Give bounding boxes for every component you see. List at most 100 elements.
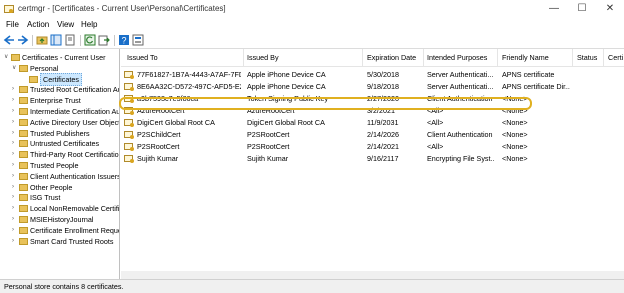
certificate-icon: [124, 119, 134, 127]
column-header-intended-purposes[interactable]: Intended Purposes: [427, 53, 487, 62]
cell-expiration-date: 9/16/2117: [367, 154, 399, 163]
cell-friendly-name: APNS certificate: [502, 70, 555, 79]
close-button[interactable]: ✕: [596, 0, 624, 18]
folder-icon: [19, 97, 28, 105]
column-divider[interactable]: [603, 49, 604, 66]
menu-bar: File Action View Help: [0, 18, 624, 32]
menu-action[interactable]: Action: [27, 20, 49, 29]
tree-expander-icon[interactable]: ›: [12, 203, 18, 214]
cell-issued-to: 77F61827-1B7A-4443-A7AF-7FD...: [137, 70, 241, 79]
certificates-store-icon: [11, 54, 20, 61]
tree-expander-icon[interactable]: ›: [12, 192, 18, 203]
cell-friendly-name: APNS certificate Dir...: [502, 82, 570, 91]
menu-file[interactable]: File: [6, 20, 19, 29]
column-header-certificate-template[interactable]: Certi: [608, 53, 623, 62]
tree-item-label: Active Directory User Object: [30, 117, 120, 127]
column-header-status[interactable]: Status: [577, 53, 597, 62]
folder-icon: [19, 205, 28, 213]
cell-friendly-name: <None>: [502, 118, 528, 127]
column-header-friendly-name[interactable]: Friendly Name: [502, 53, 549, 62]
column-divider[interactable]: [243, 49, 244, 66]
tree-item-label: Client Authentication Issuers: [30, 171, 120, 181]
tree-expander-icon[interactable]: ›: [12, 171, 18, 182]
forward-arrow-icon[interactable]: [17, 34, 29, 46]
menu-help[interactable]: Help: [81, 20, 97, 29]
folder-icon: [19, 237, 28, 245]
cell-issued-to: P2SChildCert: [137, 130, 181, 139]
folder-icon: [19, 64, 28, 72]
tree-expander-icon[interactable]: ›: [12, 214, 18, 225]
folder-icon: [19, 118, 28, 126]
tree-expander-icon[interactable]: ›: [12, 149, 18, 160]
column-divider[interactable]: [497, 49, 498, 66]
folder-icon: [19, 86, 28, 94]
maximize-button[interactable]: ☐: [568, 0, 596, 18]
cell-issued-to: 8E6AA32C-D572-497C-AFD5-E2...: [137, 82, 241, 91]
column-divider[interactable]: [362, 49, 363, 66]
cell-issued-by: DigiCert Global Root CA: [247, 118, 325, 127]
cell-issued-by: P2SRootCert: [247, 142, 290, 151]
cell-intended-purposes: <All>: [427, 118, 444, 127]
cell-friendly-name: <None>: [502, 130, 528, 139]
tree-item-label: ISG Trust: [30, 193, 61, 203]
certificate-row[interactable]: Sujith Kumar Sujith Kumar 9/16/2117 Encrypt…: [121, 153, 624, 164]
tree-expander-icon[interactable]: ∨: [12, 63, 18, 74]
tree-expander-icon[interactable]: ›: [12, 106, 18, 117]
column-header-expiration-date[interactable]: Expiration Date: [367, 53, 416, 62]
tree-item-label: MSIEHistoryJournal: [30, 215, 94, 224]
column-divider[interactable]: [572, 49, 573, 66]
minimize-button[interactable]: —: [540, 0, 568, 18]
certificate-icon: [124, 131, 134, 139]
tree-item-label: Local NonRemovable Certific: [30, 204, 120, 214]
tree-expander-icon[interactable]: ›: [12, 138, 18, 149]
cell-issued-by: Apple iPhone Device CA: [247, 82, 326, 91]
certificate-row[interactable]: DigiCert Global Root CA DigiCert Global R…: [121, 117, 624, 128]
up-folder-icon[interactable]: [36, 34, 48, 46]
folder-icon: [19, 194, 28, 202]
cell-intended-purposes: Server Authenticati...: [427, 70, 494, 79]
column-header-issued-by[interactable]: Issued By: [247, 53, 279, 62]
folder-icon: [19, 140, 28, 148]
document-icon[interactable]: [64, 34, 76, 46]
properties-icon[interactable]: [132, 34, 144, 46]
column-header-row: Issued To Issued By Expiration Date Inte…: [121, 49, 624, 67]
certificate-row[interactable]: 77F61827-1B7A-4443-A7AF-7FD... Apple iPho…: [121, 69, 624, 80]
folder-icon: [29, 75, 38, 83]
cell-issued-to: P2SRootCert: [137, 142, 180, 151]
tree-item-label: Enterprise Trust: [30, 96, 81, 106]
toolbar-divider: [80, 35, 81, 46]
tree-item-label: Certificates - Current User: [22, 53, 106, 62]
back-arrow-icon[interactable]: [3, 34, 15, 46]
refresh-icon[interactable]: [84, 34, 96, 46]
certificate-row[interactable]: P2SChildCert P2SRootCert 2/14/2026 Client A…: [121, 129, 624, 140]
tree-expander-icon[interactable]: ›: [12, 84, 18, 95]
tree-item-label: Trusted People: [30, 161, 79, 170]
tree-expander-icon[interactable]: ›: [12, 160, 18, 171]
highlight-outline: [119, 97, 532, 110]
tree-expander-icon[interactable]: ›: [12, 95, 18, 106]
folder-icon: [19, 129, 28, 137]
horizontal-scrollbar[interactable]: [121, 271, 624, 279]
certmgr-app-icon: [4, 5, 14, 13]
help-icon[interactable]: ?: [118, 34, 130, 46]
export-list-icon[interactable]: [98, 34, 110, 46]
column-divider[interactable]: [423, 49, 424, 66]
tree-expander-icon[interactable]: ›: [12, 225, 18, 236]
tree-item-label: Third-Party Root Certification: [30, 150, 120, 160]
tree-expander-icon[interactable]: ›: [12, 117, 18, 128]
tree-expander-icon[interactable]: ›: [12, 182, 18, 193]
tree-expander-icon[interactable]: ∨: [4, 52, 10, 63]
certificate-row[interactable]: 8E6AA32C-D572-497C-AFD5-E2... Apple iPhon…: [121, 81, 624, 92]
toolbar-divider: [114, 35, 115, 46]
tree-expander-icon[interactable]: ›: [12, 128, 18, 139]
folder-icon: [19, 216, 28, 223]
cell-intended-purposes: Encrypting File Syst...: [427, 154, 495, 163]
tree-expander-icon[interactable]: ›: [12, 236, 18, 247]
certificate-row[interactable]: P2SRootCert P2SRootCert 2/14/2021 <All> <Non…: [121, 141, 624, 152]
cell-expiration-date: 5/30/2018: [367, 70, 399, 79]
show-hide-tree-icon[interactable]: [50, 34, 62, 46]
tree-item-label: Intermediate Certification Au: [30, 107, 120, 116]
menu-view[interactable]: View: [57, 20, 74, 29]
cell-issued-by: P2SRootCert: [247, 130, 290, 139]
column-header-issued-to[interactable]: Issued To: [127, 53, 158, 62]
